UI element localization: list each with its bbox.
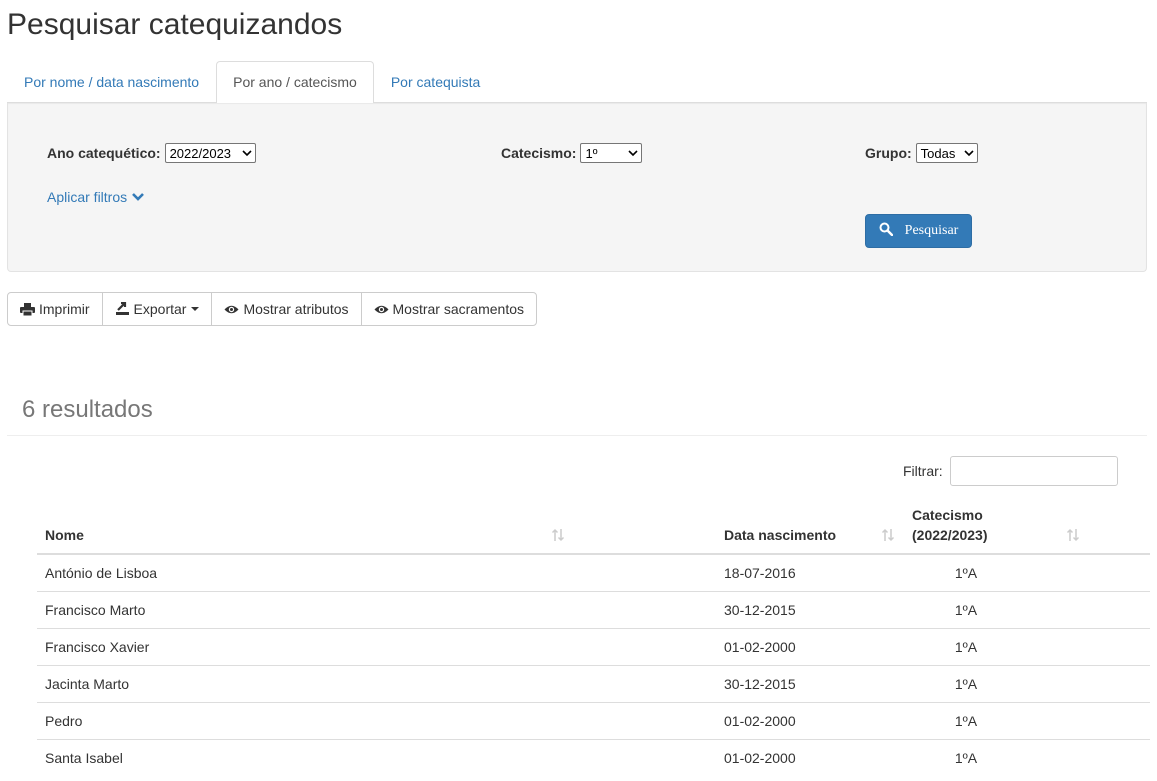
search-icon (879, 222, 893, 236)
grupo-label: Grupo: (865, 145, 912, 161)
ano-label: Ano catequético: (47, 145, 161, 161)
cell-catecismo: 1ºA (954, 676, 978, 692)
cell-nome: Santa Isabel (45, 750, 123, 766)
show-attributes-button[interactable]: Mostrar atributos (211, 292, 362, 326)
sort-icon[interactable] (1066, 528, 1080, 545)
grupo-select-value: Todas (920, 145, 956, 161)
show-sacraments-button[interactable]: Mostrar sacramentos (360, 292, 537, 326)
cell-catecismo: 1ºA (954, 602, 978, 618)
print-icon (20, 302, 35, 316)
tabs-bar: Por nome / data nascimento Por ano / cat… (7, 61, 1147, 104)
eye-icon (224, 304, 239, 315)
cell-data: 30-12-2015 (724, 676, 796, 692)
tab-por-catequista[interactable]: Por catequista (374, 61, 498, 103)
catecismo-label: Catecismo: (501, 145, 577, 161)
filter-panel: Ano catequético: 2022/2023 Catecismo: 1º… (7, 103, 1147, 272)
export-icon (115, 302, 130, 316)
cell-nome: Francisco Marto (45, 602, 146, 618)
cell-nome: Pedro (45, 713, 83, 729)
header-data-nascimento[interactable]: Data nascimento (724, 525, 836, 545)
cell-data: 01-02-2000 (724, 750, 796, 766)
table-filter-label: Filtrar: (903, 463, 943, 479)
catecismo-select-value: 1º (585, 145, 598, 161)
export-label: Exportar (133, 301, 187, 317)
sort-icon[interactable] (551, 528, 565, 545)
page-title: Pesquisar catequizandos (7, 8, 343, 41)
cell-data: 30-12-2015 (724, 602, 796, 618)
catecismo-select[interactable]: 1º (580, 143, 643, 163)
caret-down-icon (191, 307, 200, 311)
cell-data: 01-02-2000 (724, 639, 796, 655)
filter-catecismo: Catecismo: 1º (501, 143, 643, 163)
cell-nome: Jacinta Marto (45, 676, 130, 692)
results-table: Nome Data nascimento Catecismo (2022/202… (37, 500, 1150, 777)
cell-data: 01-02-2000 (724, 713, 796, 729)
table-row: Francisco Xavier 01-02-2000 1ºA (37, 629, 1150, 666)
apply-filters-label: Aplicar filtros (47, 189, 128, 205)
table-filter: Filtrar: (903, 456, 1118, 486)
ano-select[interactable]: 2022/2023 (164, 143, 256, 163)
chevron-down-icon (242, 149, 252, 156)
tab-por-ano[interactable]: Por ano / catecismo (216, 61, 374, 104)
divider (7, 435, 1147, 436)
show-attributes-label: Mostrar atributos (243, 301, 349, 317)
header-nome[interactable]: Nome (45, 525, 84, 545)
print-label: Imprimir (39, 301, 90, 317)
chevron-down-icon (132, 193, 145, 201)
cell-catecismo: 1ºA (954, 565, 978, 581)
table-filter-input[interactable] (949, 456, 1118, 486)
table-row: Pedro 01-02-2000 1ºA (37, 703, 1150, 740)
print-button[interactable]: Imprimir (7, 292, 103, 326)
tab-por-nome[interactable]: Por nome / data nascimento (7, 61, 216, 103)
filter-ano: Ano catequético: 2022/2023 (47, 143, 256, 163)
cell-catecismo: 1ºA (954, 639, 978, 655)
search-button[interactable]: Pesquisar (865, 214, 972, 248)
table-row: António de Lisboa 18-07-2016 1ºA (37, 555, 1150, 592)
eye-icon (374, 304, 389, 315)
cell-data: 18-07-2016 (724, 565, 796, 581)
chevron-down-icon (628, 149, 639, 156)
table-row: Santa Isabel 01-02-2000 1ºA (37, 740, 1150, 777)
cell-nome: Francisco Xavier (45, 639, 150, 655)
sort-icon[interactable] (881, 528, 895, 545)
page: Pesquisar catequizandos Por nome / data … (0, 0, 1157, 781)
ano-select-value: 2022/2023 (169, 145, 232, 161)
toolbar: Imprimir Exportar Mostrar atributos Most… (7, 292, 537, 326)
grupo-select[interactable]: Todas (915, 143, 978, 163)
export-button[interactable]: Exportar (101, 292, 213, 326)
header-catecismo-line2: (2022/2023) (912, 527, 988, 543)
table-row: Francisco Marto 30-12-2015 1ºA (37, 592, 1150, 629)
results-count: 6 resultados (22, 396, 153, 423)
chevron-down-icon (964, 149, 974, 156)
cell-catecismo: 1ºA (954, 713, 978, 729)
cell-nome: António de Lisboa (45, 565, 158, 581)
cell-catecismo: 1ºA (954, 750, 978, 766)
table-row: Jacinta Marto 30-12-2015 1ºA (37, 666, 1150, 703)
filter-grupo: Grupo: Todas (865, 143, 978, 163)
search-button-label: Pesquisar (904, 223, 959, 238)
header-catecismo[interactable]: Catecismo (2022/2023) (912, 505, 988, 545)
apply-filters-link[interactable]: Aplicar filtros (47, 189, 145, 205)
header-catecismo-line1: Catecismo (912, 507, 983, 523)
show-sacraments-label: Mostrar sacramentos (392, 301, 524, 317)
table-header: Nome Data nascimento Catecismo (2022/202… (37, 500, 1150, 555)
